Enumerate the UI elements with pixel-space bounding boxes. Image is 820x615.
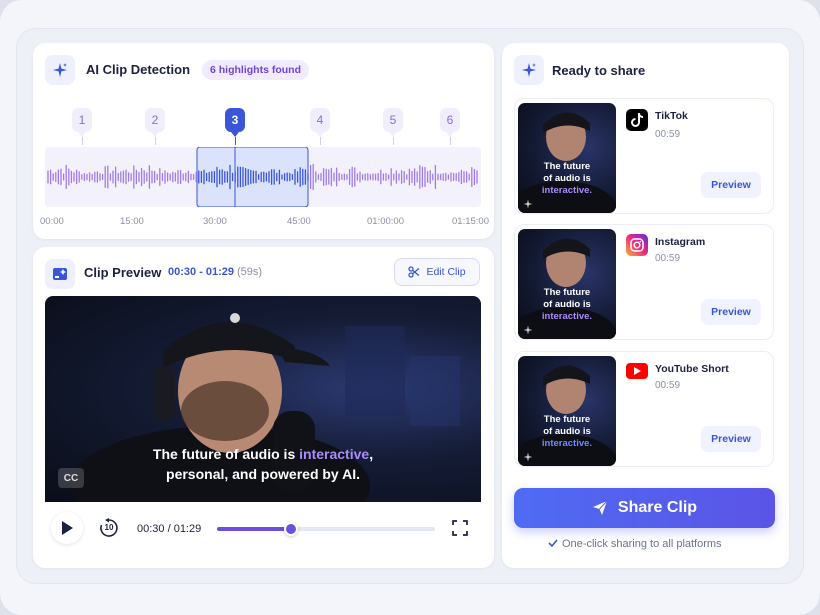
platform-duration: 00:59 bbox=[655, 129, 681, 140]
thumbnail-caption: The future of audio is interactive. bbox=[518, 161, 616, 197]
timeline-tick: 30:00 bbox=[203, 216, 227, 227]
highlight-marker-1[interactable]: 1 bbox=[72, 108, 92, 137]
edit-clip-button[interactable]: Edit Clip bbox=[394, 258, 480, 286]
tiktok-icon bbox=[626, 109, 648, 131]
time-display: 00:30 / 01:29 bbox=[137, 523, 202, 535]
timeline-tick: 15:00 bbox=[120, 216, 144, 227]
thumb-line: of audio is bbox=[543, 299, 591, 310]
platform-item-instagram: The future of audio is interactive. Inst… bbox=[514, 224, 774, 340]
thumb-line-highlight: interactive. bbox=[541, 311, 593, 322]
thumb-line: The future bbox=[543, 161, 591, 172]
highlight-marker-4[interactable]: 4 bbox=[310, 108, 330, 137]
thumbnail-caption: The future of audio is interactive. bbox=[518, 414, 616, 450]
platform-item-youtube: The future of audio is interactive. YouT… bbox=[514, 351, 774, 467]
clip-thumbnail: The future of audio is interactive. bbox=[518, 103, 616, 213]
thumb-line-highlight: interactive. bbox=[541, 185, 593, 196]
highlight-marker-6[interactable]: 6 bbox=[440, 108, 460, 137]
timeline-tick: 45:00 bbox=[287, 216, 311, 227]
marker-line bbox=[320, 137, 321, 145]
fullscreen-icon bbox=[452, 520, 468, 536]
clip-duration: (59s) bbox=[237, 266, 263, 278]
share-title: Ready to share bbox=[552, 63, 646, 78]
marker-line bbox=[155, 137, 156, 145]
clip-detection-title: AI Clip Detection bbox=[86, 62, 191, 77]
platform-duration: 00:59 bbox=[655, 253, 681, 264]
caption-pre: The future of audio is bbox=[152, 446, 300, 462]
sparkle-icon bbox=[523, 199, 533, 209]
skip-seconds-label: 10 bbox=[104, 523, 114, 532]
share-clip-label: Share Clip bbox=[617, 499, 698, 516]
clip-thumbnail: The future of audio is interactive. bbox=[518, 229, 616, 339]
sharing-footer-note: One-click sharing to all platforms bbox=[548, 538, 722, 550]
marker-line bbox=[82, 137, 83, 145]
youtube-icon bbox=[626, 363, 648, 379]
timeline-tick: 01:15:00 bbox=[452, 216, 489, 227]
edit-clip-label: Edit Clip bbox=[426, 266, 466, 278]
sparkle-icon bbox=[45, 55, 75, 85]
highlight-marker-2[interactable]: 2 bbox=[145, 108, 165, 137]
highlights-badge: 6 highlights found bbox=[202, 60, 309, 80]
platform-duration: 00:59 bbox=[655, 380, 681, 391]
audio-waveform[interactable] bbox=[45, 147, 481, 207]
highlight-marker-5[interactable]: 5 bbox=[383, 108, 403, 137]
highlight-marker-3[interactable]: 3 bbox=[225, 108, 245, 137]
caption-line-2: personal, and powered by AI. bbox=[166, 466, 360, 482]
video-player[interactable]: The future of audio is interactive, pers… bbox=[45, 296, 481, 502]
sparkle-icon bbox=[523, 452, 533, 462]
progress-fill bbox=[217, 527, 292, 531]
marker-line bbox=[450, 137, 451, 145]
play-icon bbox=[62, 521, 73, 535]
thumbnail-caption: The future of audio is interactive. bbox=[518, 287, 616, 323]
play-button[interactable] bbox=[51, 512, 83, 544]
clip-preview-title: Clip Preview bbox=[84, 265, 162, 280]
check-icon bbox=[548, 539, 558, 548]
footer-text: One-click sharing to all platforms bbox=[562, 538, 722, 550]
caption-highlight: interactive bbox=[299, 446, 370, 462]
marker-line bbox=[235, 137, 236, 145]
clip-time-range: 00:30 - 01:29 bbox=[168, 266, 235, 278]
thumb-line: of audio is bbox=[543, 426, 591, 437]
platform-item-tiktok: The future of audio is interactive. TikT… bbox=[514, 98, 774, 214]
fullscreen-button[interactable] bbox=[452, 520, 468, 536]
thumb-line: The future bbox=[543, 414, 591, 425]
platform-name: Instagram bbox=[655, 236, 706, 248]
clip-preview-icon bbox=[45, 259, 75, 289]
thumb-line: of audio is bbox=[543, 173, 591, 184]
timeline-tick: 01:00:00 bbox=[367, 216, 404, 227]
preview-button-youtube[interactable]: Preview bbox=[701, 426, 761, 452]
timeline-tick: 00:00 bbox=[40, 216, 64, 227]
cc-button[interactable]: CC bbox=[58, 468, 84, 488]
preview-button-tiktok[interactable]: Preview bbox=[701, 172, 761, 198]
share-sparkle-icon bbox=[514, 55, 544, 85]
caption-post: , bbox=[369, 446, 374, 462]
progress-track[interactable] bbox=[217, 522, 435, 536]
clip-thumbnail: The future of audio is interactive. bbox=[518, 356, 616, 466]
caption-line-1: The future of audio is interactive, bbox=[45, 446, 481, 462]
scissors-icon bbox=[408, 266, 420, 278]
marker-line bbox=[393, 137, 394, 145]
send-icon bbox=[592, 500, 608, 515]
sparkle-icon bbox=[523, 325, 533, 335]
skip-back-button[interactable]: 10 bbox=[99, 518, 119, 538]
selected-clip-region[interactable] bbox=[196, 147, 309, 207]
player-controls: 10 00:30 / 01:29 bbox=[45, 502, 481, 558]
progress-thumb[interactable] bbox=[284, 522, 299, 536]
platform-name: YouTube Short bbox=[655, 363, 729, 375]
preview-button-instagram[interactable]: Preview bbox=[701, 299, 761, 325]
instagram-icon bbox=[626, 234, 648, 256]
thumb-line-highlight: interactive. bbox=[541, 438, 593, 449]
platform-name: TikTok bbox=[655, 110, 688, 122]
share-clip-button[interactable]: Share Clip bbox=[514, 488, 775, 528]
thumb-line: The future bbox=[543, 287, 591, 298]
